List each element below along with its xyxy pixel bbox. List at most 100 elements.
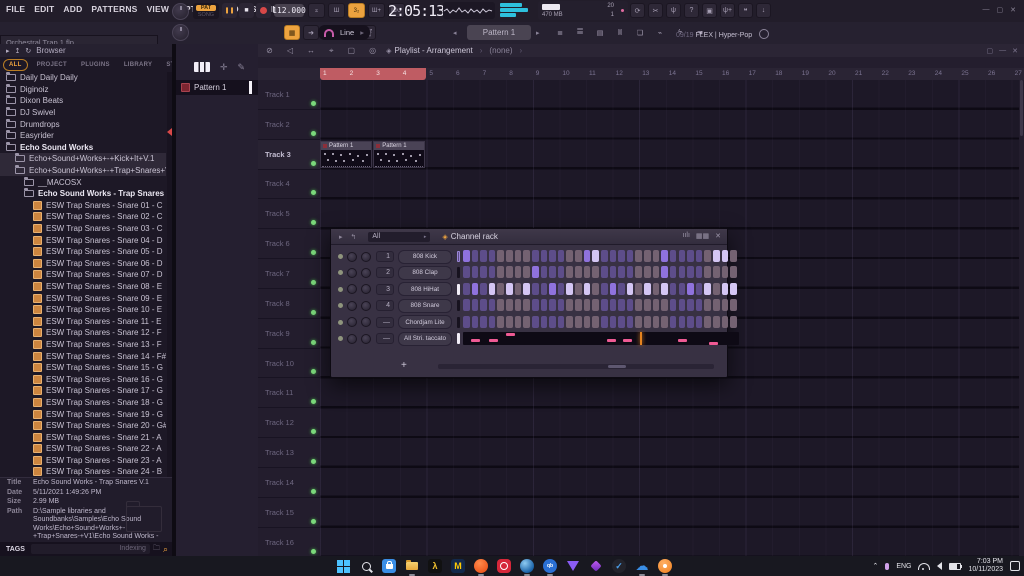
step-cell[interactable] bbox=[592, 299, 599, 311]
step-cell[interactable] bbox=[722, 250, 729, 262]
pattern-prev-arrow[interactable]: ◂ bbox=[453, 29, 457, 37]
step-cell[interactable] bbox=[627, 299, 634, 311]
browser-tab-library[interactable]: LIBRARY bbox=[119, 60, 158, 70]
track-mute-led[interactable] bbox=[311, 519, 316, 524]
step-cell[interactable] bbox=[713, 283, 720, 295]
step-cell[interactable] bbox=[696, 283, 703, 295]
sample-item[interactable]: ESW Trap Snares - Snare 16 - G bbox=[0, 373, 166, 385]
channel-graph-toggle[interactable] bbox=[457, 284, 460, 295]
step-cell[interactable] bbox=[575, 316, 582, 328]
track-header[interactable]: Track 4 bbox=[258, 170, 320, 200]
graph-editor-icon[interactable]: ıılı bbox=[683, 232, 690, 240]
minimize-button[interactable]: — bbox=[983, 6, 990, 14]
file-explorer-icon[interactable] bbox=[405, 559, 419, 573]
sample-item[interactable]: ESW Trap Snares - Snare 04 - D bbox=[0, 234, 166, 246]
step-cell[interactable] bbox=[523, 250, 530, 262]
step-grid[interactable] bbox=[463, 250, 739, 263]
purple-triangle-app-icon[interactable] bbox=[566, 559, 580, 573]
tray-chevron-icon[interactable]: ⌃ bbox=[872, 562, 878, 570]
channel-pan-knob[interactable] bbox=[347, 284, 357, 294]
sample-item[interactable]: ESW Trap Snares - Snare 02 - C bbox=[0, 211, 166, 223]
channel-button[interactable]: 808 Snare bbox=[398, 299, 452, 313]
track-mute-led[interactable] bbox=[311, 161, 316, 166]
track-mute-led[interactable] bbox=[311, 459, 316, 464]
step-cell[interactable] bbox=[687, 316, 694, 328]
channel-volume-knob[interactable] bbox=[361, 268, 371, 278]
step-cell[interactable] bbox=[532, 266, 539, 278]
maximize-button[interactable]: ▢ bbox=[997, 6, 1004, 14]
step-cell[interactable] bbox=[489, 250, 496, 262]
step-cell[interactable] bbox=[480, 266, 487, 278]
step-cell[interactable] bbox=[463, 283, 470, 295]
song-mode-arrow-icon[interactable]: ➜ bbox=[303, 25, 319, 40]
step-cell[interactable] bbox=[575, 250, 582, 262]
channel-pan-knob[interactable] bbox=[347, 301, 357, 311]
channel-button[interactable]: All Stri. taccato bbox=[398, 332, 452, 346]
folder-item[interactable]: Easyrider bbox=[0, 130, 166, 142]
step-cell[interactable] bbox=[687, 266, 694, 278]
track-mute-led[interactable] bbox=[311, 489, 316, 494]
sample-item[interactable]: ESW Trap Snares - Snare 22 - A bbox=[0, 443, 166, 455]
sample-item[interactable]: ESW Trap Snares - Snare 18 - G bbox=[0, 397, 166, 409]
step-cell[interactable] bbox=[523, 316, 530, 328]
step-cell[interactable] bbox=[575, 266, 582, 278]
step-cell[interactable] bbox=[618, 316, 625, 328]
step-cell[interactable] bbox=[661, 266, 668, 278]
sample-item[interactable]: ESW Trap Snares - Snare 03 - C bbox=[0, 223, 166, 235]
playlist-close-icon[interactable]: ✕ bbox=[1012, 47, 1018, 55]
browse-folder-icon[interactable]: 🗀 bbox=[153, 544, 160, 555]
step-cell[interactable] bbox=[541, 283, 548, 295]
step-cell[interactable] bbox=[463, 316, 470, 328]
play-button[interactable]: ❚❚ bbox=[222, 3, 237, 18]
stretch-icon[interactable]: ↔ bbox=[307, 46, 315, 56]
lambda-app-icon[interactable]: λ bbox=[428, 559, 442, 573]
step-cell[interactable] bbox=[506, 250, 513, 262]
step-cell[interactable] bbox=[584, 316, 591, 328]
menu-item-edit[interactable]: EDIT bbox=[34, 4, 54, 14]
step-cell[interactable] bbox=[661, 283, 668, 295]
rack-scroll-thumb[interactable] bbox=[608, 365, 626, 368]
step-cell[interactable] bbox=[558, 250, 565, 262]
step-cell[interactable] bbox=[635, 250, 642, 262]
step-cell[interactable] bbox=[566, 299, 573, 311]
folder-item[interactable]: Drumdrops bbox=[0, 118, 166, 130]
step-cell[interactable] bbox=[566, 266, 573, 278]
step-cell[interactable] bbox=[558, 283, 565, 295]
step-cell[interactable] bbox=[584, 266, 591, 278]
search-input[interactable]: Indexing bbox=[31, 544, 150, 554]
step-cell[interactable] bbox=[532, 299, 539, 311]
track-header[interactable]: Track 9 bbox=[258, 319, 320, 349]
stop-button[interactable]: ■ bbox=[239, 3, 254, 18]
step-cell[interactable] bbox=[472, 316, 479, 328]
start-button[interactable] bbox=[336, 559, 350, 573]
channel-led[interactable] bbox=[338, 336, 343, 341]
playlist-minimize-icon[interactable]: — bbox=[999, 47, 1006, 55]
fl-studio-icon[interactable] bbox=[658, 559, 672, 573]
track-header[interactable]: Track 12 bbox=[258, 408, 320, 438]
step-sequencer-icon[interactable]: ▦ bbox=[284, 25, 300, 40]
volume-icon[interactable] bbox=[937, 562, 942, 570]
folder-item[interactable]: Dixon Beats bbox=[0, 95, 166, 107]
check-app-icon[interactable]: ✓ bbox=[612, 559, 626, 573]
track-header[interactable]: Track 7 bbox=[258, 259, 320, 289]
step-cell[interactable] bbox=[558, 266, 565, 278]
step-cell[interactable] bbox=[497, 250, 504, 262]
step-cell[interactable] bbox=[549, 299, 556, 311]
folder-item[interactable]: Echo Sound Works bbox=[0, 142, 166, 154]
wifi-icon[interactable] bbox=[918, 563, 930, 570]
folder-item[interactable]: Echo+Sound+Works+-+Trap+Snares+V.1 bbox=[0, 165, 166, 177]
step-cell[interactable] bbox=[549, 283, 556, 295]
track-mute-led[interactable] bbox=[311, 429, 316, 434]
channel-led[interactable] bbox=[338, 303, 343, 308]
step-cell[interactable] bbox=[627, 316, 634, 328]
step-cell[interactable] bbox=[480, 283, 487, 295]
step-cell[interactable] bbox=[515, 266, 522, 278]
channel-led[interactable] bbox=[338, 270, 343, 275]
step-cell[interactable] bbox=[644, 316, 651, 328]
step-cell[interactable] bbox=[566, 250, 573, 262]
flex-preset-label[interactable]: FLEX | Hyper-Pop bbox=[695, 32, 752, 39]
step-cell[interactable] bbox=[713, 316, 720, 328]
step-cell[interactable] bbox=[644, 250, 651, 262]
sample-item[interactable]: ESW Trap Snares - Snare 13 - F bbox=[0, 339, 166, 351]
step-cell[interactable] bbox=[713, 250, 720, 262]
